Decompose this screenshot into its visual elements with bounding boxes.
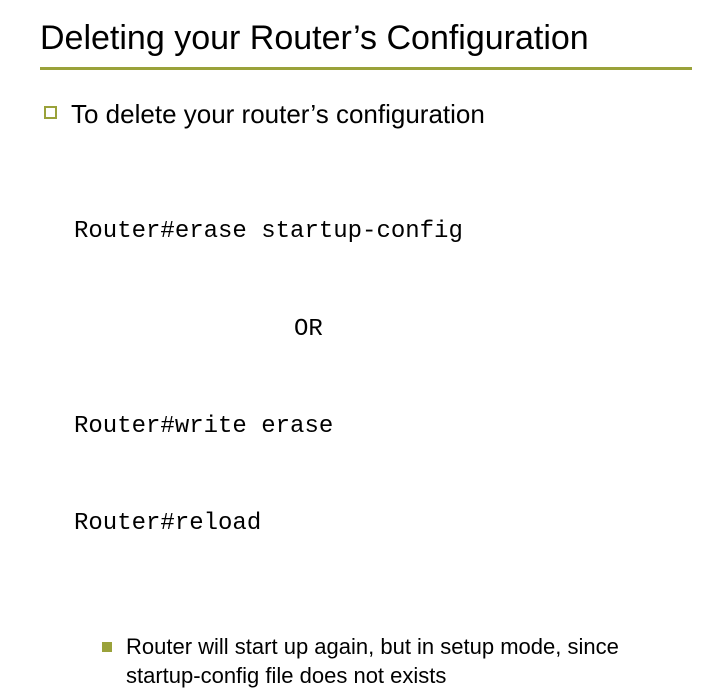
bullet-level2: Router will start up again, but in setup… [102,633,692,690]
slide: Deleting your Router’s Configuration To … [0,0,720,540]
bullet2-text: Router will start up again, but in setup… [126,633,692,690]
slide-title: Deleting your Router’s Configuration [40,18,692,59]
code-line: Router#erase startup-config [74,216,692,248]
code-line: Router#reload [74,508,692,540]
bullet1-text: To delete your router’s configuration [71,98,485,132]
square-filled-icon [102,642,112,652]
bullet-level1: To delete your router’s configuration [44,98,692,132]
code-line: Router#write erase [74,411,692,443]
content-area: To delete your router’s configuration Ro… [44,98,692,690]
code-or: OR [294,314,692,346]
title-underline [40,67,692,70]
code-block: Router#erase startup-config OR Router#wr… [74,152,692,605]
square-outline-icon [44,106,57,119]
